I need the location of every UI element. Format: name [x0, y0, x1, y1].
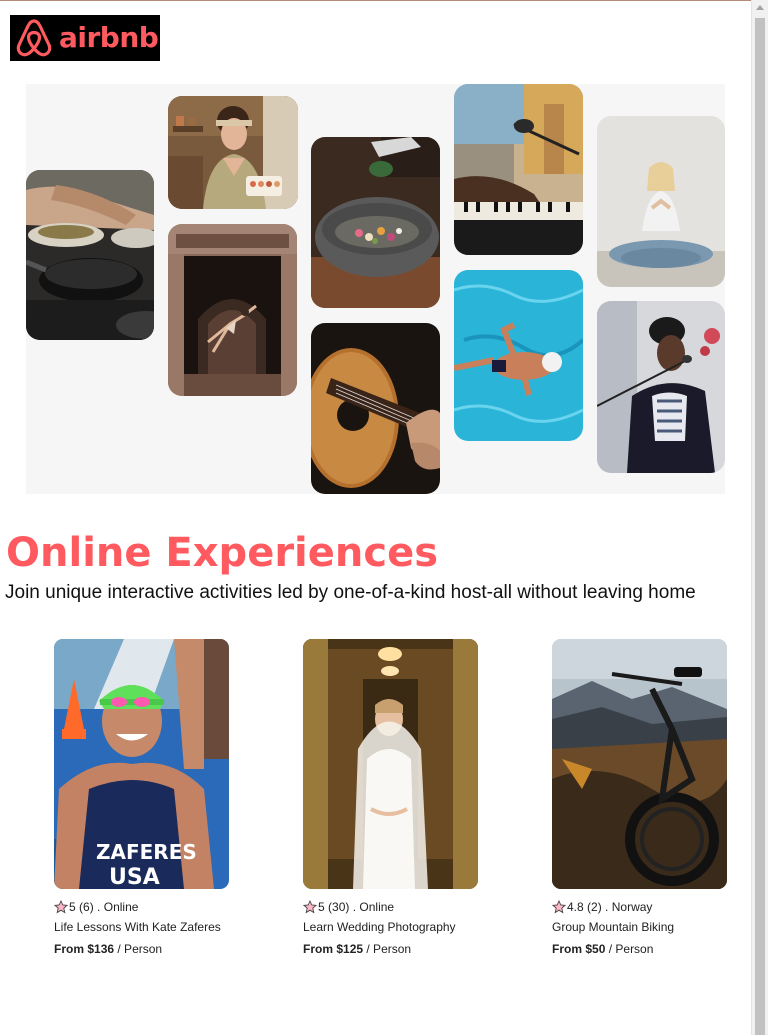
- card-stats: 5 (6) . Online: [54, 900, 230, 914]
- scrollbar-thumb[interactable]: [755, 18, 765, 1035]
- airbnb-logo[interactable]: airbnb: [10, 15, 160, 61]
- card-location: Online: [103, 900, 139, 914]
- card-photo[interactable]: [303, 639, 478, 889]
- card-reviews: (6): [79, 900, 94, 914]
- price-suffix: / Person: [117, 942, 163, 956]
- yoga-photo-icon: [597, 116, 725, 287]
- food-bowl-photo-icon: [311, 137, 440, 308]
- singer-photo-icon: [597, 301, 725, 473]
- guitar-photo-icon: [311, 323, 440, 494]
- svg-text:USA: USA: [109, 865, 160, 889]
- price-suffix: / Person: [366, 942, 412, 956]
- star-icon: [303, 900, 317, 914]
- baking-host-photo-icon: [168, 96, 298, 209]
- hero-photo-guitar: [311, 323, 440, 494]
- hero-photo-baking-host: [168, 96, 298, 209]
- price-suffix: / Person: [608, 942, 654, 956]
- brand-name: airbnb: [59, 20, 159, 54]
- card-separator: .: [352, 900, 357, 914]
- card-photo[interactable]: [552, 639, 727, 889]
- card-reviews: (30): [328, 900, 350, 914]
- experience-card[interactable]: ZAFERES USA 5 (6) . Online Life Lessons …: [54, 639, 230, 956]
- card-photo[interactable]: ZAFERES USA: [54, 639, 229, 889]
- bride-photo-icon: [303, 639, 478, 889]
- hero-photo-cooking: [26, 170, 154, 340]
- card-rating: 5: [69, 900, 76, 914]
- hero-photo-swimmer: [454, 270, 583, 441]
- card-location: Online: [359, 900, 395, 914]
- vertical-scrollbar[interactable]: [751, 0, 768, 1035]
- swimmer-zaferes-photo-icon: ZAFERES USA: [54, 639, 229, 889]
- page-title: Online Experiences: [6, 530, 439, 576]
- price-prefix: From: [54, 942, 84, 956]
- airbnb-belo-icon: [16, 19, 52, 57]
- price-amount: $136: [87, 942, 115, 956]
- hero-collage: [26, 84, 725, 494]
- card-price: From $125 / Person: [303, 942, 479, 956]
- hero-photo-singer: [597, 301, 725, 473]
- hero-photo-piano: [454, 84, 583, 255]
- card-separator: .: [97, 900, 101, 914]
- star-icon: [552, 900, 566, 914]
- page-subtitle: Join unique interactive activities led b…: [5, 582, 696, 603]
- window-top-border: [0, 0, 768, 1]
- hero-photo-dancer: [168, 224, 297, 396]
- card-stats: 5 (30) . Online: [303, 900, 479, 914]
- scroll-up-arrow-icon[interactable]: [756, 5, 764, 10]
- experience-card[interactable]: 5 (30) . Online Learn Wedding Photograph…: [303, 639, 479, 956]
- card-rating: 4.8: [567, 900, 584, 914]
- dancer-doorway-photo-icon: [168, 224, 297, 396]
- card-rating: 5: [318, 900, 325, 914]
- card-separator: .: [605, 900, 609, 914]
- card-price: From $50 / Person: [552, 942, 728, 956]
- card-stats: 4.8 (2) . Norway: [552, 900, 728, 914]
- price-prefix: From: [552, 942, 582, 956]
- experience-card[interactable]: 4.8 (2) . Norway Group Mountain Biking F…: [552, 639, 728, 956]
- mountain-bike-photo-icon: [552, 639, 727, 889]
- card-location: Norway: [611, 900, 653, 914]
- piano-microphone-photo-icon: [454, 84, 583, 255]
- cooking-photo-icon: [26, 170, 154, 340]
- price-amount: $50: [585, 942, 606, 956]
- price-amount: $125: [336, 942, 364, 956]
- hero-photo-yoga: [597, 116, 725, 287]
- star-icon: [54, 900, 68, 914]
- hero-photo-food-bowl: [311, 137, 440, 308]
- svg-text:ZAFERES: ZAFERES: [96, 840, 197, 864]
- card-title[interactable]: Life Lessons With Kate Zaferes: [54, 920, 230, 934]
- swimmer-pool-photo-icon: [454, 270, 583, 441]
- card-title[interactable]: Learn Wedding Photography: [303, 920, 479, 934]
- card-title[interactable]: Group Mountain Biking: [552, 920, 728, 934]
- card-price: From $136 / Person: [54, 942, 230, 956]
- price-prefix: From: [303, 942, 333, 956]
- card-reviews: (2): [587, 900, 602, 914]
